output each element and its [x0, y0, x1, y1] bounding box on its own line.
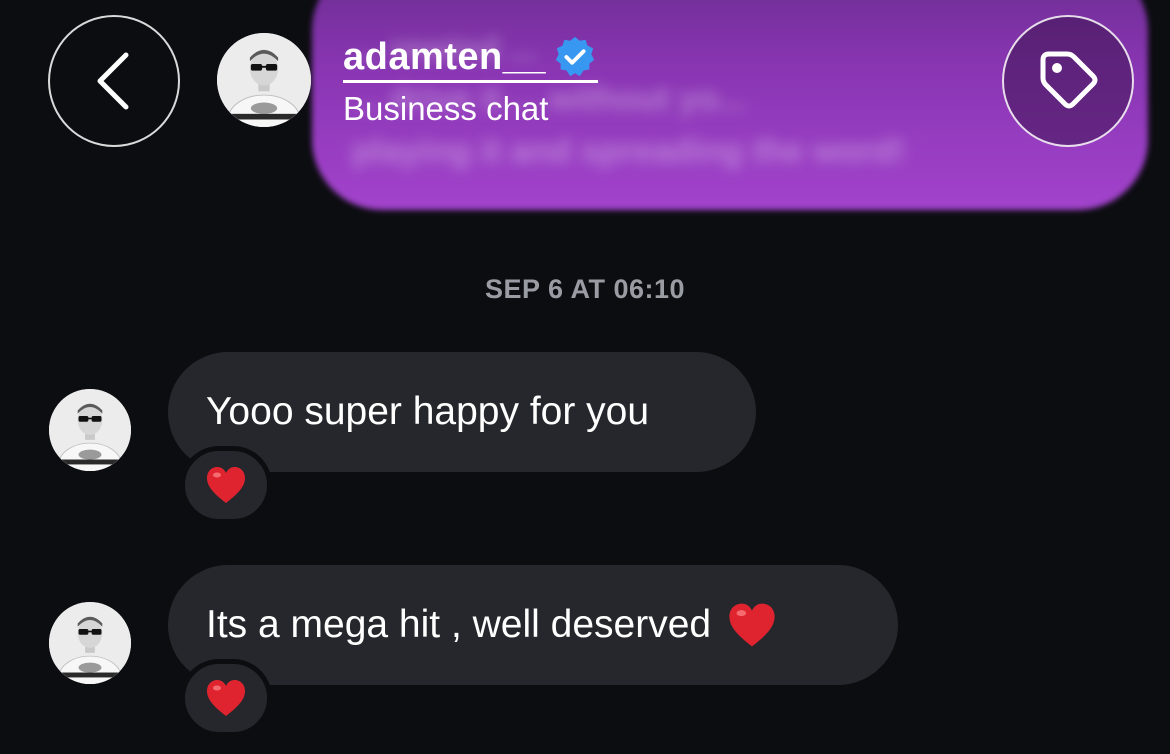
date-separator: SEP 6 AT 06:10	[484, 274, 686, 304]
username-underline	[343, 80, 599, 83]
chevron-left-icon	[97, 52, 129, 110]
avatar-image	[49, 389, 131, 471]
heart-emoji	[727, 601, 777, 649]
back-button[interactable]	[48, 15, 180, 147]
avatar-image	[49, 602, 131, 684]
background-message-line: playing it and spreading the word!	[352, 132, 906, 170]
heart-reaction-icon	[207, 680, 245, 716]
message-text: Yooo super happy for you	[206, 390, 650, 433]
username-row[interactable]: adamten__	[343, 32, 599, 83]
verified-badge-icon	[555, 36, 595, 77]
heart-icon	[729, 603, 775, 647]
chat-type-label: Business chat	[343, 90, 549, 127]
message-reaction[interactable]	[180, 446, 272, 524]
message-text: Its a mega hit , well deserved	[206, 603, 712, 646]
sender-avatar[interactable]	[49, 389, 131, 471]
heart-reaction-icon	[207, 467, 245, 503]
avatar-image	[217, 33, 311, 127]
tag-icon	[1040, 51, 1098, 109]
message-bubble[interactable]: Its a mega hit , well deserved	[168, 565, 898, 685]
username[interactable]: adamten__	[343, 36, 546, 79]
sender-avatar[interactable]	[49, 602, 131, 684]
profile-avatar[interactable]	[217, 33, 311, 127]
message-reaction[interactable]	[180, 659, 272, 737]
label-button[interactable]	[1002, 15, 1134, 147]
